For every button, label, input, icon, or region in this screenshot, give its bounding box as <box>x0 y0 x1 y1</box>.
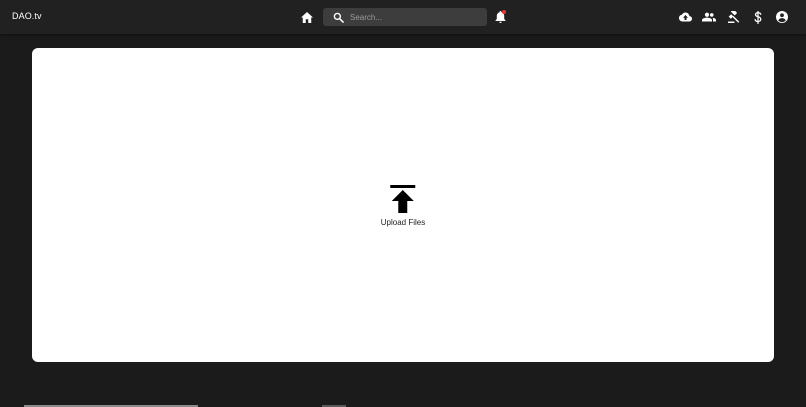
top-app-bar: DAO.tv <box>0 0 806 34</box>
people-icon <box>702 12 717 22</box>
people-button[interactable] <box>701 9 717 25</box>
topbar-actions <box>677 9 790 25</box>
upload-files-button[interactable]: Upload Files <box>381 185 425 227</box>
upload-files-label: Upload Files <box>380 218 426 227</box>
gavel-icon <box>727 11 739 23</box>
dollar-icon <box>754 10 762 24</box>
cloud-upload-icon <box>678 12 692 22</box>
search-bar[interactable] <box>323 8 487 26</box>
notifications-button[interactable] <box>492 9 508 25</box>
search-icon <box>332 11 344 23</box>
account-button[interactable] <box>774 9 790 25</box>
dollar-button[interactable] <box>750 9 766 25</box>
upload-nav-button[interactable] <box>677 9 693 25</box>
notification-dot <box>502 10 506 14</box>
gavel-button[interactable] <box>726 9 742 25</box>
home-button[interactable] <box>299 9 315 25</box>
upload-icon <box>390 185 416 213</box>
upload-panel: Upload Files <box>32 48 774 362</box>
search-input[interactable] <box>350 8 487 26</box>
home-icon <box>301 11 313 23</box>
brand-logo[interactable]: DAO.tv <box>12 11 42 21</box>
account-circle-icon <box>776 11 789 23</box>
